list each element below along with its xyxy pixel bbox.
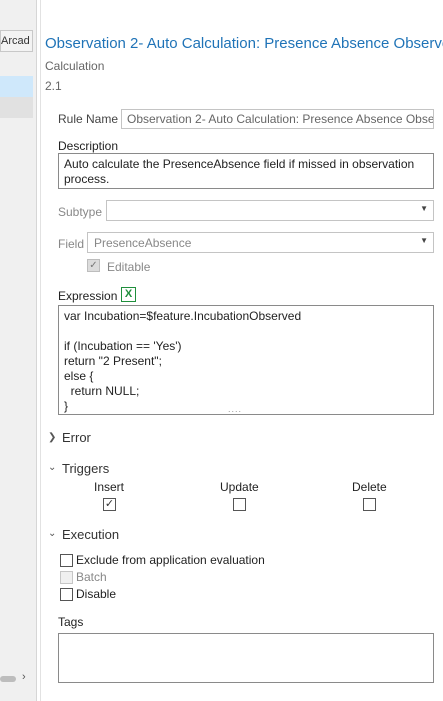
field-label: Field — [58, 237, 85, 251]
batch-label: Batch — [76, 570, 107, 584]
expression-label: Expression — [58, 289, 118, 303]
rule-type: Calculation — [45, 59, 105, 73]
chevron-right-icon[interactable]: ❯ — [48, 432, 56, 443]
dropdown-arrow-icon: ▼ — [420, 236, 428, 245]
execution-section-header[interactable]: Execution — [62, 527, 119, 542]
tags-label: Tags — [58, 615, 84, 629]
trigger-delete-checkbox[interactable] — [363, 498, 376, 511]
chevron-down-icon[interactable]: ⌄ — [48, 462, 56, 473]
chevron-down-icon[interactable]: ⌄ — [48, 528, 56, 539]
scroll-right-icon[interactable]: › — [22, 671, 26, 683]
exclude-label: Exclude from application evaluation — [76, 553, 265, 567]
rule-name-label: Rule Name — [58, 112, 119, 126]
checkmark-icon: ✓ — [89, 260, 98, 271]
error-section-header[interactable]: Error — [62, 430, 91, 445]
rules-list-row[interactable] — [0, 97, 33, 118]
batch-checkbox[interactable] — [60, 571, 73, 584]
trigger-insert-label: Insert — [94, 480, 125, 494]
editable-checkbox[interactable]: ✓ — [87, 259, 100, 272]
trigger-insert-checkbox[interactable]: ✓ — [103, 498, 116, 511]
rule-version: 2.1 — [45, 79, 62, 93]
rule-title: Observation 2- Auto Calculation: Presenc… — [45, 35, 443, 52]
expression-editor[interactable]: var Incubation=$feature.IncubationObserv… — [58, 305, 434, 415]
tags-input[interactable] — [58, 633, 434, 683]
column-header-arcade[interactable]: Arcad — [0, 30, 33, 52]
expression-code: var Incubation=$feature.IncubationObserv… — [64, 309, 302, 413]
trigger-update-checkbox[interactable] — [233, 498, 246, 511]
horizontal-scrollbar[interactable]: › — [0, 671, 33, 686]
scrollbar-thumb[interactable] — [0, 676, 16, 682]
trigger-update-label: Update — [220, 480, 259, 494]
description-textarea[interactable]: Auto calculate the PresenceAbsence field… — [58, 153, 434, 189]
disable-label: Disable — [76, 587, 117, 601]
dropdown-arrow-icon: ▼ — [420, 204, 428, 213]
rules-list-row-selected[interactable] — [0, 76, 33, 97]
arcade-expression-icon[interactable]: X — [121, 287, 136, 302]
editable-label: Editable — [107, 260, 151, 274]
trigger-delete-label: Delete — [352, 480, 387, 494]
subtype-label: Subtype — [58, 205, 103, 219]
exclude-checkbox[interactable] — [60, 554, 73, 567]
subtype-select[interactable]: ▼ — [106, 200, 434, 221]
triggers-section-header[interactable]: Triggers — [62, 461, 109, 476]
rule-name-input[interactable]: Observation 2- Auto Calculation: Presenc… — [121, 109, 434, 129]
resize-grip-icon[interactable]: .... — [228, 404, 242, 414]
disable-checkbox[interactable] — [60, 588, 73, 601]
field-value: PresenceAbsence — [94, 236, 192, 250]
panel-divider — [40, 0, 41, 701]
checkmark-icon: ✓ — [104, 498, 115, 510]
description-label: Description — [58, 139, 119, 153]
field-select[interactable]: PresenceAbsence ▼ — [87, 232, 434, 253]
